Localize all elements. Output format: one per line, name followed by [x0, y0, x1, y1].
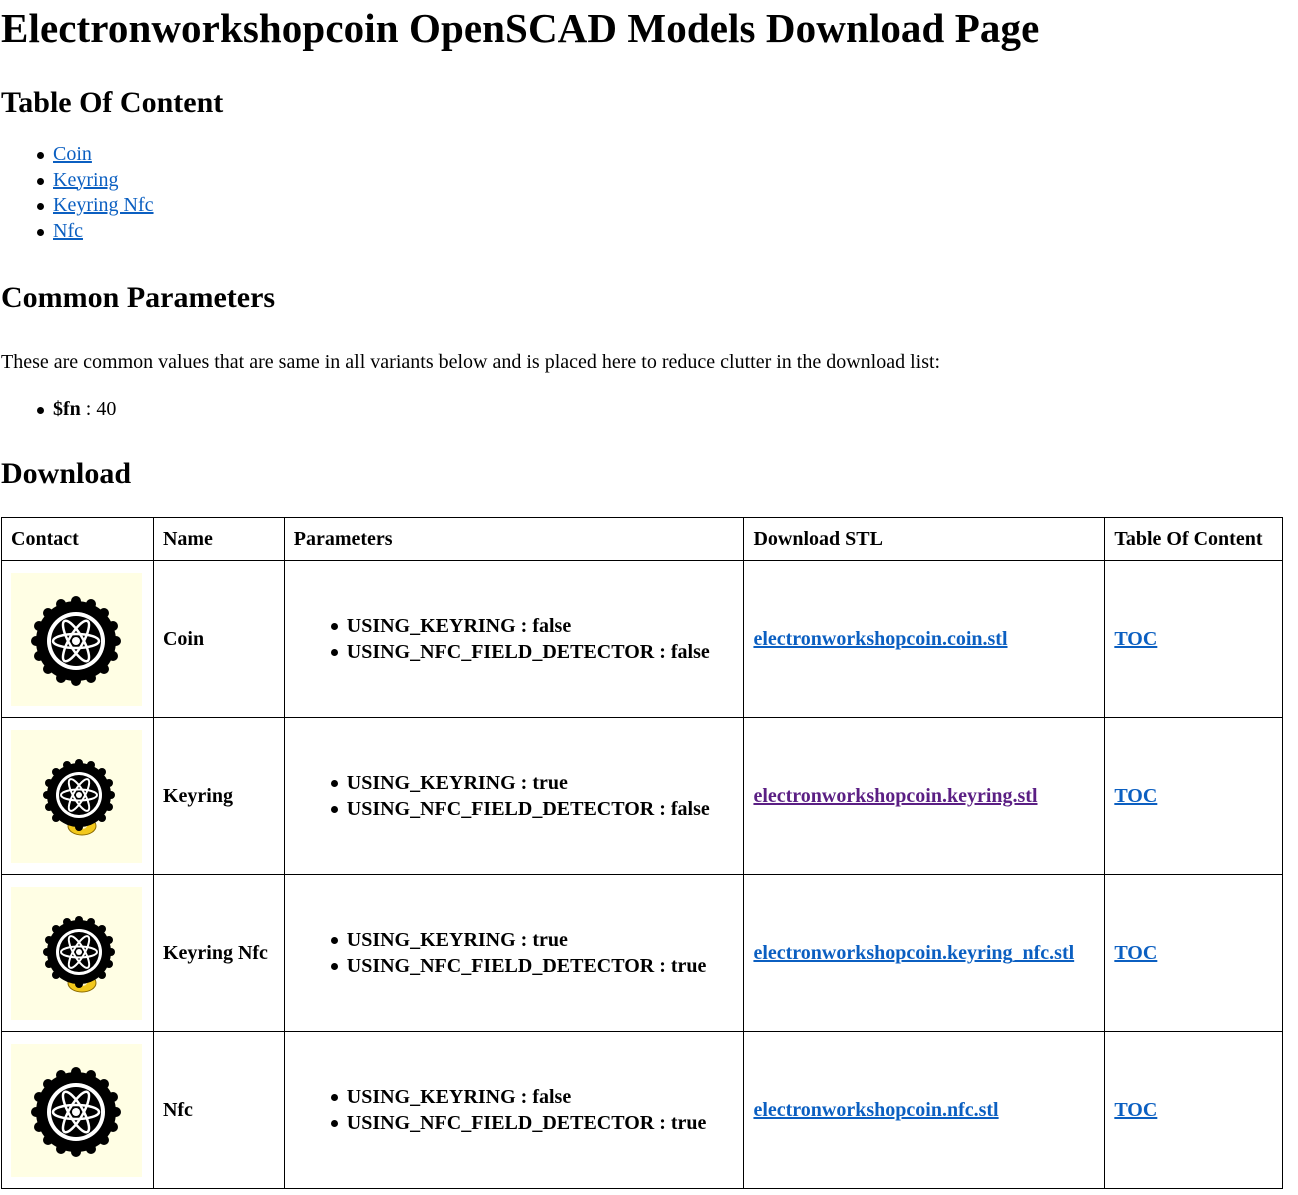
download-stl-cell: electronworkshopcoin.keyring.stl	[743, 717, 1106, 875]
common-parameters-heading: Common Parameters	[1, 281, 276, 314]
contact-cell	[1, 874, 154, 1032]
parameter-item: USING_NFC_FIELD_DETECTOR : false	[330, 639, 744, 665]
toc-back-link[interactable]: TOC	[1114, 785, 1157, 807]
parameters-list: USING_KEYRING : true USING_NFC_FIELD_DET…	[294, 770, 744, 822]
common-parameters-description: These are common values that are same in…	[1, 351, 941, 373]
page-title: Electronworkshopcoin OpenSCAD Models Dow…	[1, 5, 1040, 51]
toc-list: Coin Keyring Keyring Nfc Nfc	[1, 142, 1298, 244]
parameters-cell: USING_KEYRING : true USING_NFC_FIELD_DET…	[283, 717, 745, 875]
download-stl-cell: electronworkshopcoin.coin.stl	[743, 560, 1106, 718]
parameter-item: USING_NFC_FIELD_DETECTOR : true	[330, 1110, 744, 1136]
header-download-stl: Download STL	[743, 517, 1106, 561]
header-parameters: Parameters	[283, 517, 745, 561]
common-param-separator: :	[80, 398, 97, 420]
toc-item-coin: Coin	[37, 142, 1298, 168]
keyring-gear-atom-icon	[11, 729, 142, 863]
parameter-item: USING_KEYRING : false	[330, 613, 744, 639]
parameters-list: USING_KEYRING : true USING_NFC_FIELD_DET…	[294, 927, 744, 979]
toc-item-keyring: Keyring	[37, 168, 1298, 194]
table-row: Nfc USING_KEYRING : false USING_NFC_FIEL…	[1, 1031, 1283, 1189]
header-name: Name	[152, 517, 285, 561]
parameter-item: USING_NFC_FIELD_DETECTOR : false	[330, 796, 744, 822]
toc-cell: TOC	[1104, 1031, 1283, 1189]
toc-heading: Table Of Content	[1, 86, 224, 119]
parameters-cell: USING_KEYRING : false USING_NFC_FIELD_DE…	[283, 1031, 745, 1189]
parameters-cell: USING_KEYRING : false USING_NFC_FIELD_DE…	[283, 560, 745, 718]
toc-link-keyring[interactable]: Keyring	[53, 169, 119, 191]
download-stl-cell: electronworkshopcoin.keyring_nfc.stl	[743, 874, 1106, 1032]
toc-back-link[interactable]: TOC	[1114, 628, 1157, 650]
toc-item-nfc: Nfc	[37, 219, 1298, 245]
common-parameters-list: $fn : 40	[1, 397, 1298, 421]
name-cell: Nfc	[152, 1031, 285, 1189]
contact-cell	[1, 717, 154, 875]
download-table: Contact Name Parameters Download STL Tab…	[1, 517, 1283, 1189]
table-header-row: Contact Name Parameters Download STL Tab…	[1, 517, 1283, 561]
parameters-list: USING_KEYRING : false USING_NFC_FIELD_DE…	[294, 613, 744, 665]
coin-gear-atom-icon	[11, 572, 142, 706]
stl-link-nfc[interactable]: electronworkshopcoin.nfc.stl	[753, 1099, 998, 1121]
coin-gear-atom-icon	[11, 1043, 142, 1177]
toc-cell: TOC	[1104, 874, 1283, 1032]
parameter-item: USING_NFC_FIELD_DETECTOR : true	[330, 953, 744, 979]
name-cell: Keyring Nfc	[152, 874, 285, 1032]
toc-item-keyring-nfc: Keyring Nfc	[37, 193, 1298, 219]
table-row: Keyring Nfc USING_KEYRING : true USING_N…	[1, 874, 1283, 1032]
toc-back-link[interactable]: TOC	[1114, 1099, 1157, 1121]
common-param-name: $fn	[53, 398, 81, 420]
contact-cell	[1, 1031, 154, 1189]
name-cell: Keyring	[152, 717, 285, 875]
download-stl-cell: electronworkshopcoin.nfc.stl	[743, 1031, 1106, 1189]
parameters-cell: USING_KEYRING : true USING_NFC_FIELD_DET…	[283, 874, 745, 1032]
keyring-gear-atom-icon	[11, 886, 142, 1020]
header-table-of-content: Table Of Content	[1104, 517, 1283, 561]
table-row: Coin USING_KEYRING : false USING_NFC_FIE…	[1, 560, 1283, 718]
common-param-item: $fn : 40	[37, 397, 1298, 421]
common-param-value: 40	[96, 398, 117, 420]
parameter-item: USING_KEYRING : false	[330, 1084, 744, 1110]
header-contact: Contact	[1, 517, 154, 561]
parameters-list: USING_KEYRING : false USING_NFC_FIELD_DE…	[294, 1084, 744, 1136]
toc-link-coin[interactable]: Coin	[53, 143, 92, 165]
parameter-item: USING_KEYRING : true	[330, 927, 744, 953]
toc-link-keyring-nfc[interactable]: Keyring Nfc	[53, 194, 154, 216]
stl-link-keyring-nfc[interactable]: electronworkshopcoin.keyring_nfc.stl	[753, 942, 1074, 964]
contact-cell	[1, 560, 154, 718]
parameter-item: USING_KEYRING : true	[330, 770, 744, 796]
table-row: Keyring USING_KEYRING : true USING_NFC_F…	[1, 717, 1283, 875]
name-cell: Coin	[152, 560, 285, 718]
stl-link-coin[interactable]: electronworkshopcoin.coin.stl	[753, 628, 1007, 650]
toc-back-link[interactable]: TOC	[1114, 942, 1157, 964]
toc-cell: TOC	[1104, 560, 1283, 718]
toc-cell: TOC	[1104, 717, 1283, 875]
stl-link-keyring[interactable]: electronworkshopcoin.keyring.stl	[753, 785, 1037, 807]
toc-link-nfc[interactable]: Nfc	[53, 220, 83, 242]
download-heading: Download	[1, 457, 132, 490]
